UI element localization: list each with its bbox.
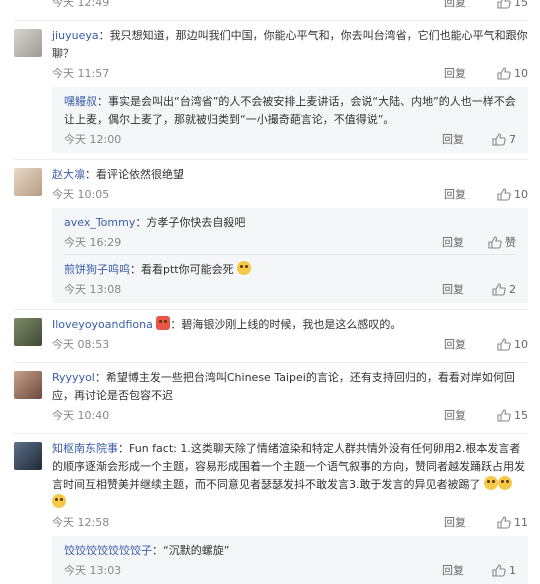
divider [14, 309, 528, 310]
reply-text: 看看ptt你可能会死 [141, 263, 234, 276]
comment-item: 赵大凛：看评论依然很绝望 今天 10:05 回复 10 avex_Tommy：方… [0, 166, 540, 303]
avatar[interactable] [14, 442, 42, 470]
divider [14, 433, 528, 434]
reply-item: 煎饼狗子呜呜：看看ptt你可能会死 今天 13:08 回复 2 [64, 254, 516, 301]
comment-time: 今天 11:57 [52, 67, 110, 80]
reply-item: 嘿鳗叔：事实是会叫出“台湾省”的人不会被安排上麦讲话，会说“大陆、内地”的人也一… [64, 93, 516, 151]
thumbs-up-icon [492, 564, 506, 577]
avatar[interactable] [14, 29, 42, 57]
comment-time: 今天 12:49 [52, 0, 110, 9]
thumbs-up-icon [492, 133, 506, 146]
like-count: 15 [514, 409, 528, 422]
comment-time: 今天 12:58 [52, 516, 110, 529]
emoji-icon [52, 494, 66, 508]
comment-time: 今天 10:05 [52, 188, 110, 201]
divider [14, 20, 528, 21]
reply-button[interactable]: 回复 [442, 560, 464, 582]
like-count: 2 [509, 283, 516, 296]
thumbs-up-icon [497, 188, 511, 201]
comment-time: 今天 10:40 [52, 409, 110, 422]
comment-text: 希望博主发一些把台湾叫Chinese Taipei的言论，还有支持回归的，看看对… [52, 371, 515, 402]
comment-item: 知枢南东院事：Fun fact: 1.这类聊天除了情绪渲染和特定人群共情外没有任… [0, 440, 540, 584]
reply-button[interactable]: 回复 [442, 279, 464, 301]
comment-time: 今天 08:53 [52, 338, 110, 351]
thumbs-up-icon [497, 516, 511, 529]
reply-button[interactable]: 回复 [444, 334, 466, 356]
reply-time: 今天 13:03 [64, 564, 122, 577]
like-count: 10 [514, 338, 528, 351]
reply-button[interactable]: 回复 [442, 232, 464, 254]
like-count: 15 [514, 0, 528, 9]
reply-time: 今天 16:29 [64, 236, 122, 249]
avatar[interactable] [14, 318, 42, 346]
like-button[interactable]: 2 [472, 279, 516, 301]
reply-button[interactable]: 回复 [444, 512, 466, 534]
badge-icon [156, 316, 171, 330]
divider [14, 159, 528, 160]
reply-text: “沉默的螺旋” [163, 544, 230, 557]
like-button[interactable]: 15 [484, 405, 528, 427]
comment-text: 我只想知道，那边叫我们中国，你能心平气和，你去叫台湾省，它们也能心平气和跟你聊？ [52, 29, 528, 60]
reply-button[interactable]: 回复 [444, 184, 466, 206]
reply-username[interactable]: 饺饺饺饺饺饺饺子 [64, 544, 152, 557]
reply-item: 饺饺饺饺饺饺饺子：“沉默的螺旋” 今天 13:03 回复 1 [64, 542, 516, 582]
like-button[interactable]: 10 [484, 334, 528, 356]
reply-time: 今天 13:08 [64, 283, 122, 296]
thumbs-up-icon [497, 409, 511, 422]
reply-username[interactable]: 嘿鳗叔 [64, 95, 97, 108]
like-count: 10 [514, 67, 528, 80]
reply-button[interactable]: 回复 [444, 0, 466, 14]
reply-username[interactable]: 煎饼狗子呜呜 [64, 263, 130, 276]
comment-item: jiuyueya：我只想知道，那边叫我们中国，你能心平气和，你去叫台湾省，它们也… [0, 27, 540, 153]
like-count: 7 [509, 133, 516, 146]
thumbs-up-icon [492, 283, 506, 296]
thumbs-up-icon [497, 67, 511, 80]
reply-button[interactable]: 回复 [444, 63, 466, 85]
like-button[interactable]: 7 [472, 129, 516, 151]
avatar[interactable] [14, 371, 42, 399]
comment-item: Iloveyoyoandfiona ：碧海银沙刚上线的时候，我也是这么感叹的。 … [0, 316, 540, 356]
thumbs-up-icon [497, 338, 511, 351]
like-count: 10 [514, 188, 528, 201]
comment-text: 碧海银沙刚上线的时候，我也是这么感叹的。 [181, 318, 402, 331]
avatar[interactable] [14, 168, 42, 196]
reply-item: avex_Tommy：方孝子你快去自殺吧 今天 16:29 回复 赞 [64, 214, 516, 254]
reply-username[interactable]: avex_Tommy [64, 216, 135, 229]
comment-username[interactable]: Ryyyyol [52, 371, 95, 384]
like-button[interactable]: 15 [484, 0, 528, 14]
comment-username[interactable]: 赵大凛 [52, 168, 85, 181]
reply-list: 饺饺饺饺饺饺饺子：“沉默的螺旋” 今天 13:03 回复 1 [52, 536, 528, 584]
like-button[interactable]: 赞 [472, 232, 516, 254]
reply-list: avex_Tommy：方孝子你快去自殺吧 今天 16:29 回复 赞 煎饼狗子呜… [52, 208, 528, 303]
reply-time: 今天 12:00 [64, 133, 122, 146]
emoji-icon [237, 261, 252, 275]
like-button[interactable]: 1 [472, 560, 516, 582]
reply-button[interactable]: 回复 [444, 405, 466, 427]
emoji-icon [484, 476, 498, 490]
reply-text: 事实是会叫出“台湾省”的人不会被安排上麦讲话，会说“大陆、内地”的人也一样不会让… [64, 95, 516, 126]
like-button[interactable]: 10 [484, 184, 528, 206]
like-button[interactable]: 10 [484, 63, 528, 85]
comment-username[interactable]: 知枢南东院事 [52, 442, 118, 455]
like-button[interactable]: 11 [484, 512, 528, 534]
like-label: 赞 [505, 236, 516, 249]
comment-meta-partial: 今天 12:49 回复 15 [0, 0, 540, 14]
comment-item: Ryyyyol：希望博主发一些把台湾叫Chinese Taipei的言论，还有支… [0, 369, 540, 427]
comment-username[interactable]: Iloveyoyoandfiona [52, 318, 153, 331]
reply-text: 方孝子你快去自殺吧 [146, 216, 246, 229]
comment-text: 看评论依然很绝望 [96, 168, 184, 181]
reply-button[interactable]: 回复 [442, 129, 464, 151]
emoji-icon [498, 476, 512, 490]
comment-username[interactable]: jiuyueya [52, 29, 99, 42]
divider [14, 362, 528, 363]
reply-list: 嘿鳗叔：事实是会叫出“台湾省”的人不会被安排上麦讲话，会说“大陆、内地”的人也一… [52, 87, 528, 153]
like-count: 1 [509, 564, 516, 577]
thumbs-up-icon [488, 236, 502, 249]
like-count: 11 [514, 516, 528, 529]
thumbs-up-icon [497, 0, 511, 9]
